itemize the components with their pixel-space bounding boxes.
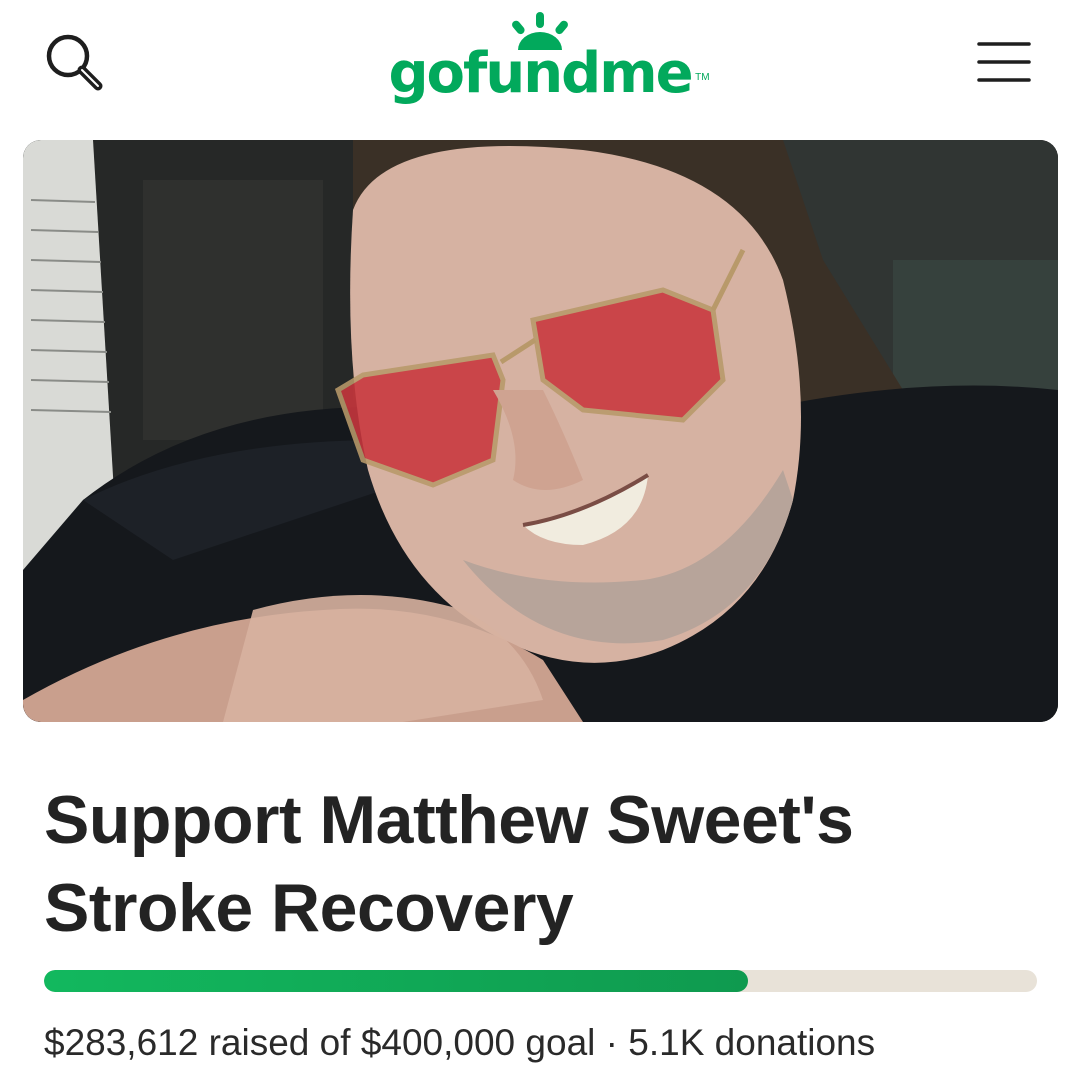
search-button[interactable] bbox=[38, 26, 110, 98]
progress-bar bbox=[44, 970, 1037, 992]
hero-photo-illustration bbox=[23, 140, 1058, 722]
raised-label: raised of bbox=[208, 1022, 351, 1063]
brand-wordmark: gofundme TM bbox=[388, 41, 710, 106]
gofundme-logo[interactable]: gofundme TM bbox=[388, 8, 710, 118]
progress-bar-fill bbox=[44, 970, 749, 992]
menu-button[interactable] bbox=[968, 30, 1040, 94]
top-header: gofundme TM bbox=[0, 0, 1080, 130]
stats-separator: · bbox=[605, 1022, 618, 1063]
campaign-title[interactable]: Support Matthew Sweet's Stroke Recovery bbox=[44, 776, 1044, 952]
hamburger-menu-icon bbox=[977, 42, 1031, 82]
search-icon bbox=[46, 34, 103, 91]
campaign-hero-image[interactable] bbox=[23, 140, 1058, 722]
fundraising-stats: $283,612 raised of $400,000 goal · 5.1K … bbox=[44, 1018, 1044, 1068]
goal-label: goal bbox=[525, 1022, 596, 1063]
trademark-mark: TM bbox=[695, 72, 710, 83]
goal-amount: $400,000 bbox=[360, 1022, 516, 1063]
donation-count: 5.1K donations bbox=[628, 1022, 876, 1063]
raised-amount: $283,612 bbox=[44, 1022, 199, 1063]
